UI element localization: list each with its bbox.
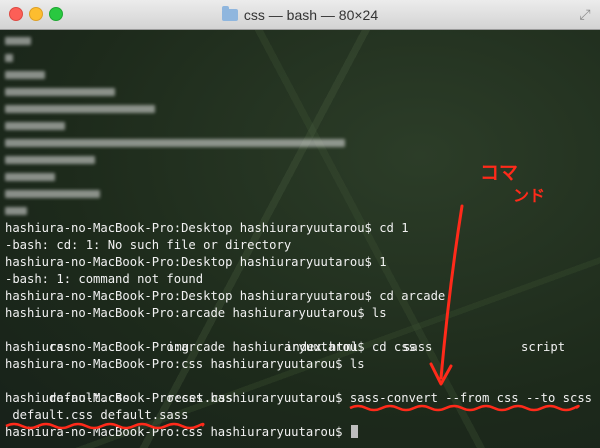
terminal-line: hashiura-no-MacBook-Pro:Desktop hashiura… [5, 255, 387, 269]
command-wrap-line: default.css default.sass [5, 408, 189, 422]
window-title: css — bash — 80×24 [0, 6, 600, 23]
redacted-line [5, 88, 115, 96]
terminal-line: hashiura-no-MacBook-Pro:css hashiuraryuu… [5, 357, 365, 371]
command-prompt: hashiura-no-MacBook-Pro:css hashiuraryuu… [5, 391, 350, 405]
annotation-text: コマ [480, 162, 519, 184]
ls-entry: script [521, 340, 566, 354]
redacted-line [5, 105, 155, 113]
terminal-line: hashiura-no-MacBook-Pro:arcade hashiurar… [5, 340, 416, 354]
sass-convert-command: sass-convert --from css --to scss [349, 391, 593, 405]
redacted-line [5, 207, 27, 215]
terminal-line: -bash: cd: 1: No such file or directory [5, 238, 292, 252]
annotation-text: ンド [513, 186, 546, 205]
terminal-line: hashiura-no-MacBook-Pro:Desktop hashiura… [5, 289, 446, 303]
current-prompt-line[interactable]: hashiura-no-MacBook-Pro:css hashiuraryuu… [5, 424, 358, 441]
title-bar[interactable]: css — bash — 80×24 ⤢ [0, 0, 600, 30]
terminal-content[interactable]: hashiura-no-MacBook-Pro:Desktop hashiura… [0, 30, 600, 448]
terminal-line: -bash: 1: command not found [5, 272, 204, 286]
redacted-line [5, 54, 13, 62]
ls-entry: sass [403, 340, 433, 354]
terminal-line: hashiura-no-MacBook-Pro:Desktop hashiura… [5, 221, 409, 235]
redacted-line [5, 190, 100, 198]
current-prompt: hashiura-no-MacBook-Pro:css hashiuraryuu… [5, 425, 350, 439]
redacted-line [5, 71, 45, 79]
terminal-line: hashiura-no-MacBook-Pro:arcade hashiurar… [5, 306, 387, 320]
terminal-window: css — bash — 80×24 ⤢ hashiura-no-MacBook… [0, 0, 600, 448]
redacted-line [5, 139, 345, 147]
command-line: hashiura-no-MacBook-Pro:css hashiuraryuu… [5, 390, 592, 407]
redacted-line [5, 173, 55, 181]
folder-icon [221, 6, 238, 21]
redacted-line [5, 156, 95, 164]
window-title-text: css — bash — 80×24 [243, 7, 379, 23]
fullscreen-arrows-icon[interactable]: ⤢ [576, 6, 594, 24]
redacted-line [5, 122, 65, 130]
text-cursor [350, 425, 358, 438]
redacted-line [5, 37, 31, 45]
